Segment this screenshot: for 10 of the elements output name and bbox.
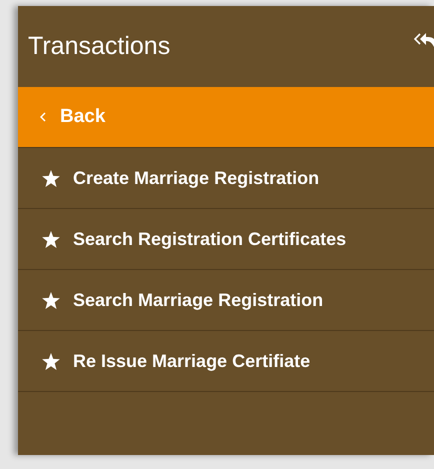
menu-item[interactable]: Search Registration Certificates (18, 208, 434, 269)
menu-item[interactable]: Create Marriage Registration (18, 147, 434, 208)
star-icon (42, 352, 60, 370)
star-icon (42, 230, 60, 248)
star-icon (42, 292, 60, 308)
menu-item[interactable]: Search Marriage Registration (18, 269, 434, 330)
sidebar-title: Transactions (28, 30, 170, 62)
star-icon (42, 170, 60, 186)
chevron-left-icon (40, 112, 46, 122)
menu-item[interactable]: Re Issue Marriage Certifiate (18, 330, 434, 391)
